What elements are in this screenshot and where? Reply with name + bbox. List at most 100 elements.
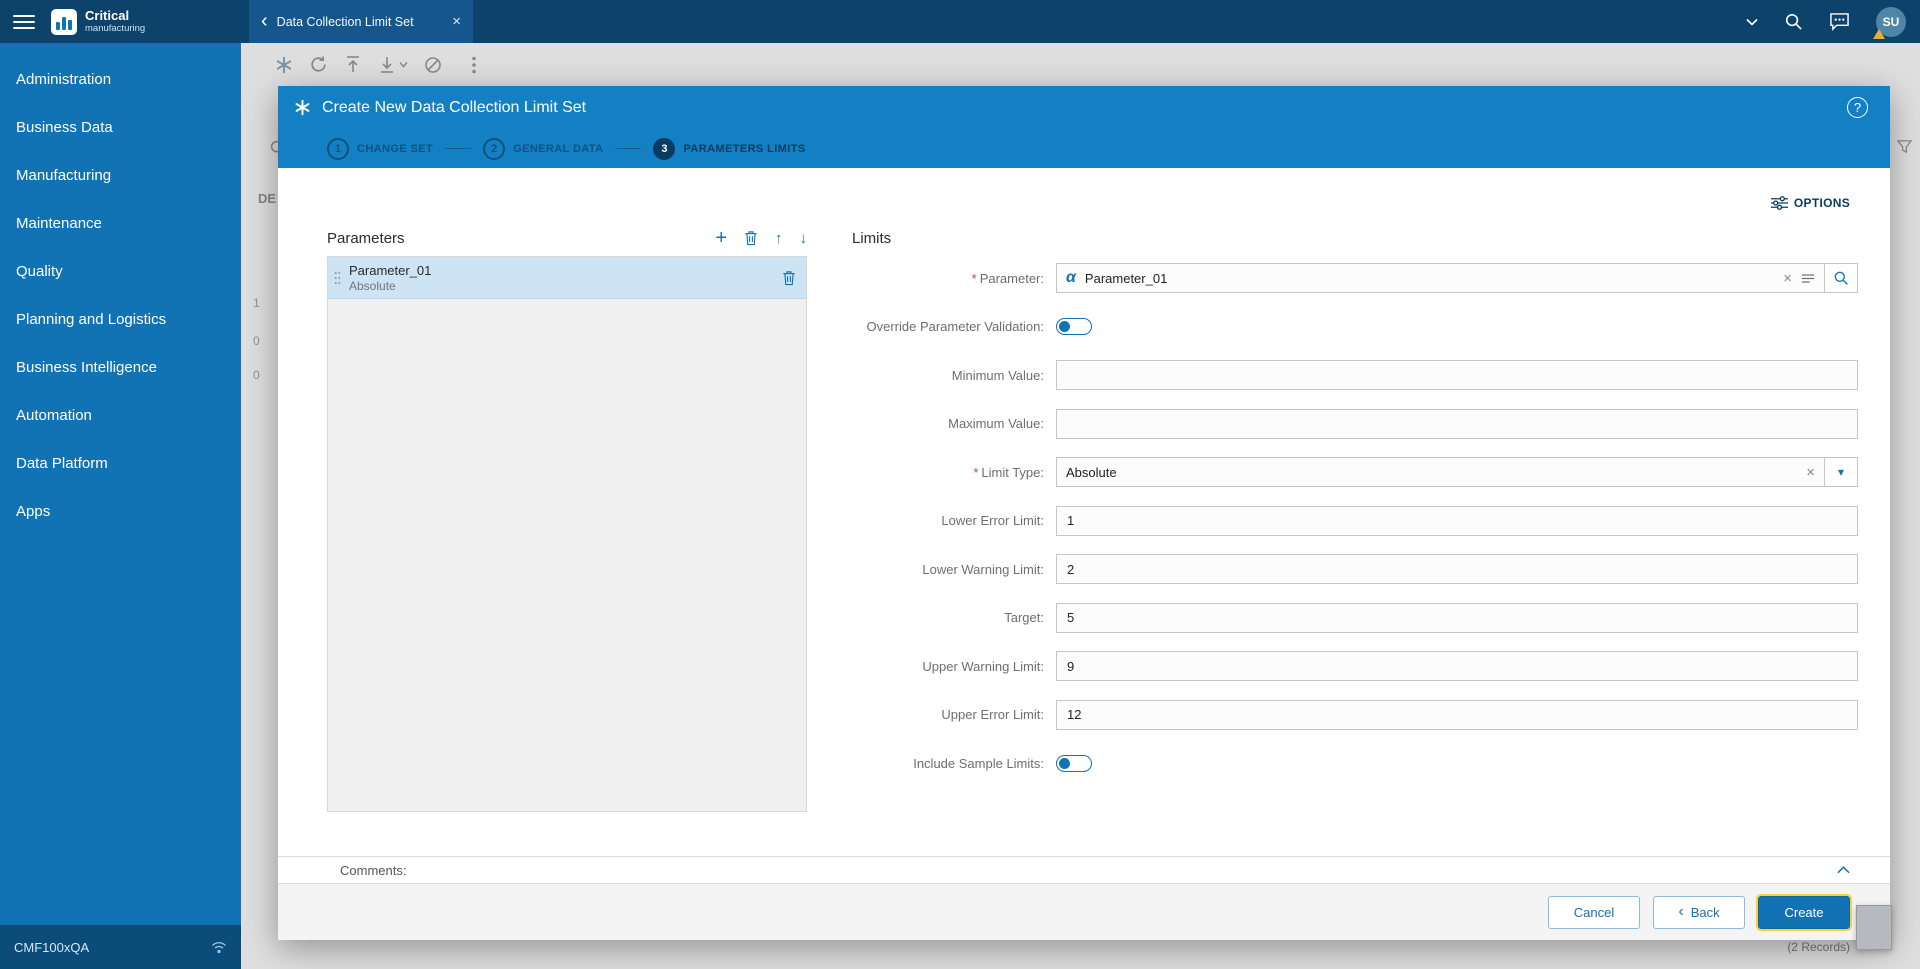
sliders-icon [1770, 196, 1788, 210]
minimum-value-label: Minimum Value: [951, 367, 1044, 383]
upper-error-input[interactable] [1056, 699, 1858, 730]
create-button[interactable]: Create [1756, 893, 1852, 931]
alert-badge-icon [1873, 28, 1885, 39]
chevron-down-icon[interactable] [1746, 18, 1758, 26]
list-item-parameter-01[interactable]: Parameter_01 Absolute [328, 257, 806, 299]
parameter-name: Parameter_01 [349, 262, 432, 278]
environment-label: CMF100xQA [14, 939, 90, 955]
field-row-lower-warning: Lower Warning Limit: [838, 545, 1858, 594]
sidebar-item-maintenance[interactable]: Maintenance [0, 200, 241, 248]
browse-list-icon[interactable] [1801, 272, 1815, 285]
target-input[interactable] [1056, 602, 1858, 633]
target-label: Target: [1004, 610, 1044, 626]
parameters-title: Parameters [327, 229, 405, 247]
lower-error-input[interactable] [1056, 505, 1858, 536]
environment-bar: CMF100xQA [0, 925, 241, 969]
clear-icon[interactable]: × [1783, 271, 1792, 286]
sidebar-item-data-platform[interactable]: Data Platform [0, 440, 241, 488]
remove-item-icon[interactable] [782, 270, 796, 286]
drag-handle-icon[interactable] [334, 271, 341, 285]
menu-icon[interactable] [13, 11, 35, 33]
cancel-button[interactable]: Cancel [1548, 895, 1640, 929]
required-marker: * [973, 464, 979, 480]
chevron-down-icon: ▾ [1837, 465, 1845, 480]
limits-panel: Limits * Parameter: α Parameter_01 × Ove… [838, 230, 1858, 788]
help-icon[interactable]: ? [1847, 97, 1868, 118]
override-validation-label: Override Parameter Validation: [866, 319, 1044, 335]
field-row-parameter: * Parameter: α Parameter_01 × [838, 254, 1858, 303]
include-sample-limits-toggle[interactable] [1056, 754, 1092, 772]
upper-error-label: Upper Error Limit: [941, 707, 1044, 723]
limits-title: Limits [852, 230, 892, 247]
override-validation-toggle[interactable] [1056, 318, 1092, 336]
field-row-include-sample: Include Sample Limits: [838, 739, 1858, 788]
step-change-set[interactable]: 1 CHANGE SET [327, 137, 434, 160]
user-avatar[interactable]: SU [1873, 6, 1906, 39]
parameters-panel: Parameters + ↑ ↓ Parameter_01 Absolute [327, 226, 807, 812]
dialog-footer: Cancel ‹ Back Create [278, 883, 1890, 940]
dialog-title: Create New Data Collection Limit Set [322, 98, 587, 116]
minimum-value-input[interactable] [1056, 360, 1858, 391]
logo-subtitle: manufacturing [85, 23, 146, 35]
step-number: 2 [483, 137, 506, 160]
sidebar-item-apps[interactable]: Apps [0, 488, 241, 536]
search-icon[interactable] [1784, 12, 1803, 31]
sidebar-item-manufacturing[interactable]: Manufacturing [0, 152, 241, 200]
limit-type-dropdown-button[interactable]: ▾ [1824, 457, 1858, 488]
lower-warning-input[interactable] [1056, 554, 1858, 585]
tab-label: Data Collection Limit Set [276, 14, 414, 29]
close-icon[interactable]: × [452, 14, 461, 29]
upper-warning-input[interactable] [1056, 651, 1858, 682]
options-label: OPTIONS [1793, 196, 1850, 210]
connection-icon [211, 941, 227, 954]
parameter-input[interactable]: α Parameter_01 × [1056, 263, 1825, 294]
sidebar-item-planning-logistics[interactable]: Planning and Logistics [0, 296, 241, 344]
clear-icon[interactable]: × [1806, 465, 1815, 480]
chat-icon[interactable] [1829, 12, 1850, 31]
sidebar-item-automation[interactable]: Automation [0, 392, 241, 440]
sidebar-item-quality[interactable]: Quality [0, 248, 241, 296]
parameter-label: Parameter: [979, 270, 1044, 286]
back-chevron-icon: ‹ [1678, 903, 1684, 920]
floating-widget [1856, 905, 1892, 950]
step-connector [445, 148, 472, 149]
maximum-value-label: Maximum Value: [948, 416, 1044, 432]
wizard-steps: 1 CHANGE SET 2 GENERAL DATA 3 PARAMETERS… [278, 129, 1890, 168]
lower-error-label: Lower Error Limit: [941, 513, 1044, 529]
field-row-limit-type: * Limit Type: Absolute × ▾ [838, 448, 1858, 497]
move-down-button[interactable]: ↓ [800, 230, 808, 247]
sidebar-item-administration[interactable]: Administration [0, 56, 241, 104]
app-logo: Critical manufacturing [51, 8, 146, 35]
sidebar-item-business-data[interactable]: Business Data [0, 104, 241, 152]
dialog-body: OPTIONS Parameters + ↑ ↓ Parameter_01 Ab… [278, 168, 1890, 856]
add-parameter-button[interactable]: + [715, 228, 727, 248]
chevron-up-icon[interactable] [1837, 866, 1850, 874]
step-label: CHANGE SET [357, 142, 434, 155]
tab-data-collection-limit-set[interactable]: ‹ Data Collection Limit Set × [249, 0, 473, 43]
field-row-upper-warning: Upper Warning Limit: [838, 642, 1858, 691]
delete-parameter-button[interactable] [744, 230, 758, 246]
wizard-asterisk-icon [294, 99, 311, 116]
options-button[interactable]: OPTIONS [1770, 196, 1850, 210]
limit-type-value: Absolute [1066, 464, 1117, 480]
required-marker: * [971, 270, 977, 286]
upper-warning-label: Upper Warning Limit: [922, 658, 1044, 674]
include-sample-label: Include Sample Limits: [913, 755, 1044, 771]
sidebar-item-business-intelligence[interactable]: Business Intelligence [0, 344, 241, 392]
parameters-list[interactable]: Parameter_01 Absolute [327, 256, 807, 812]
step-parameters-limits[interactable]: 3 PARAMETERS LIMITS [653, 137, 805, 160]
comments-section[interactable]: Comments: [278, 856, 1890, 883]
step-number: 3 [653, 137, 676, 160]
maximum-value-input[interactable] [1056, 408, 1858, 439]
field-row-override-validation: Override Parameter Validation: [838, 303, 1858, 352]
parameter-search-button[interactable] [1824, 263, 1858, 294]
dialog-header: Create New Data Collection Limit Set ? [278, 86, 1890, 129]
field-row-lower-error: Lower Error Limit: [838, 497, 1858, 546]
back-chevron-icon[interactable]: ‹ [261, 11, 268, 31]
limit-type-select[interactable]: Absolute × [1056, 457, 1825, 488]
step-general-data[interactable]: 2 GENERAL DATA [483, 137, 603, 160]
parameter-value: Parameter_01 [1084, 270, 1168, 286]
move-up-button[interactable]: ↑ [775, 230, 783, 247]
step-connector [615, 148, 642, 149]
back-button[interactable]: ‹ Back [1653, 895, 1745, 929]
